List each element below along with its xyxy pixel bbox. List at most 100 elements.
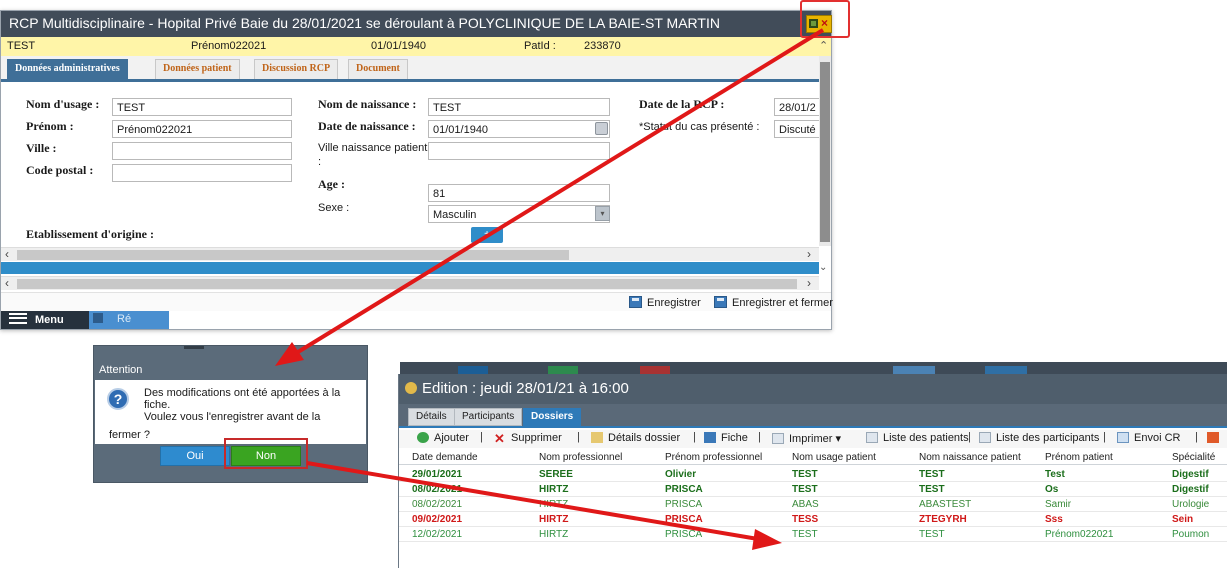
chevron-up-icon[interactable]: ⌃ <box>819 39 828 52</box>
date-rcp-label: Date de la RCP : <box>639 97 725 111</box>
tab-discussion-rcp[interactable]: Discussion RCP <box>254 59 339 79</box>
sexe-select[interactable]: Masculin <box>428 205 610 223</box>
column-header[interactable]: Nom naissance patient <box>919 452 1039 463</box>
tab-details[interactable]: Détails <box>408 408 455 426</box>
prenom-field[interactable]: Prénom022021 <box>112 120 292 138</box>
nom-usage-field[interactable]: TEST <box>112 98 292 116</box>
table-cell: 08/02/2021 <box>412 499 463 510</box>
tab-dossiers[interactable]: Dossiers <box>523 408 582 426</box>
edition-toolbar: Ajouter | ✕ Supprimer | Détails dossier |… <box>399 430 1227 448</box>
edition-title: Edition : jeudi 28/01/21 à 16:00 <box>399 374 1227 404</box>
taskbar: Menu Ré <box>1 311 831 329</box>
column-header[interactable]: Nom professionnel <box>539 452 659 463</box>
table-cell: Sein <box>1172 514 1194 525</box>
table-cell: TEST <box>792 469 818 480</box>
question-icon: ? <box>107 388 129 410</box>
edition-window: Edition : jeudi 28/01/21 à 16:00 Détails… <box>398 374 1227 568</box>
patient-prenom: Prénom022021 <box>191 40 267 52</box>
statut-label: *Statut du cas présenté : <box>639 121 760 133</box>
table-cell: HIRTZ <box>539 484 569 495</box>
delete-icon: ✕ <box>494 431 505 446</box>
vertical-scrollbar[interactable] <box>819 56 831 246</box>
tab-document[interactable]: Document <box>348 59 408 79</box>
menu-button[interactable]: Menu <box>9 311 64 329</box>
nom-naissance-field[interactable]: TEST <box>428 98 610 116</box>
column-header[interactable]: Date demande <box>412 452 532 463</box>
table-cell: Prénom022021 <box>1045 529 1114 540</box>
chevron-down-icon[interactable]: ▾ <box>595 206 610 221</box>
tab-participants[interactable]: Participants <box>454 408 523 426</box>
oui-button[interactable]: Oui <box>160 446 230 466</box>
imprimer-button[interactable]: Imprimer ▾ <box>772 432 841 445</box>
close-highlight-box <box>800 0 850 38</box>
horizontal-scrollbar-1[interactable]: ‹ › <box>1 247 819 261</box>
background-app-strip <box>400 362 1227 374</box>
ville-field[interactable] <box>112 142 292 160</box>
age-field[interactable]: 81 <box>428 184 610 202</box>
dialog-title: Attention <box>99 364 143 376</box>
ajouter-button[interactable]: Ajouter <box>417 432 469 444</box>
add-etablissement-button[interactable]: + <box>471 227 503 243</box>
non-highlight-box <box>224 438 308 469</box>
column-header[interactable]: Spécialité <box>1172 452 1227 463</box>
tab-donnees-patient[interactable]: Données patient <box>155 59 240 79</box>
patient-birthdate: 01/01/1940 <box>371 40 427 52</box>
details-dossier-button[interactable]: Détails dossier <box>591 432 680 444</box>
date-naissance-label: Date de naissance : <box>318 119 416 133</box>
taskbar-item[interactable]: Ré <box>89 311 169 329</box>
patid-value: 233870 <box>584 40 621 52</box>
table-row[interactable]: 08/02/2021 HIRTZ PRISCA TEST TEST Os Digestif <box>399 482 1227 497</box>
envoi-cr-button[interactable]: Envoi CR <box>1117 432 1180 444</box>
code-postal-field[interactable] <box>112 164 292 182</box>
blue-separator <box>1 262 819 274</box>
table-row[interactable]: 08/02/2021 HIRTZ PRISCA ABAS ABASTEST Samir Ur… <box>399 497 1227 512</box>
save-close-button[interactable]: Enregistrer et fermer <box>714 296 833 309</box>
dialog-message: Des modifications ont été apportées à la… <box>144 387 341 423</box>
supprimer-button[interactable]: ✕ Supprimer <box>494 432 562 445</box>
statut-field[interactable]: Discuté <box>774 120 819 138</box>
chevron-right-icon[interactable]: › <box>807 247 811 261</box>
liste-participants-button[interactable]: Liste des participants <box>979 432 1099 444</box>
table-cell: PRISCA <box>665 484 703 495</box>
save-button[interactable]: Enregistrer <box>629 296 701 309</box>
column-header[interactable]: Prénom patient <box>1045 452 1165 463</box>
rcp-window: RCP Multidisciplinaire - Hopital Privé B… <box>0 10 833 330</box>
horizontal-scrollbar-2[interactable]: ‹ › <box>1 276 819 290</box>
table-row[interactable]: 09/02/2021 HIRTZ PRISCA TESS ZTEGYRH Sss Sein <box>399 512 1227 527</box>
column-header[interactable]: Nom usage patient <box>792 452 912 463</box>
column-header[interactable]: Prénom professionnel <box>665 452 785 463</box>
hamburger-icon <box>9 313 27 324</box>
chevron-right-icon[interactable]: › <box>807 276 811 290</box>
prenom-label: Prénom : <box>26 119 74 133</box>
table-row[interactable]: 29/01/2021 SEREE Olivier TEST TEST Test Digest… <box>399 467 1227 482</box>
chevron-left-icon[interactable]: ‹ <box>5 247 9 261</box>
fiche-button[interactable]: Fiche <box>704 432 748 444</box>
disk-icon <box>629 296 642 308</box>
ville-naissance-field[interactable] <box>428 142 610 160</box>
table-cell: TEST <box>919 469 945 480</box>
tab-donnees-administratives[interactable]: Données administratives <box>7 59 128 79</box>
add-icon <box>417 432 429 443</box>
table-row[interactable]: 12/02/2021 HIRTZ PRISCA TEST TEST Prénom02202… <box>399 527 1227 542</box>
date-naissance-field[interactable]: 01/01/1940 <box>428 120 610 138</box>
disk-icon <box>704 432 716 443</box>
chevron-down-icon[interactable]: ⌄ <box>819 262 827 273</box>
table-cell: Test <box>1045 469 1065 480</box>
age-label: Age : <box>318 177 345 191</box>
table-cell: Samir <box>1045 499 1072 510</box>
mail-icon <box>1117 432 1129 443</box>
edition-tabs: Détails Participants Dossiers <box>399 404 1227 428</box>
liste-patients-button[interactable]: Liste des patients <box>866 432 969 444</box>
date-rcp-field[interactable]: 28/01/2 <box>774 98 819 116</box>
table-cell: HIRTZ <box>539 514 569 525</box>
admin-form: Nom d'usage : TEST Prénom : Prénom022021… <box>1 85 819 245</box>
calendar-icon[interactable] <box>1207 432 1224 444</box>
table-cell: Digestif <box>1172 484 1209 495</box>
table-cell: SEREE <box>539 469 573 480</box>
calendar-icon[interactable] <box>595 122 608 135</box>
table-cell: PRISCA <box>665 514 703 525</box>
table-cell: HIRTZ <box>539 529 569 540</box>
table-cell: 08/02/2021 <box>412 484 463 495</box>
table-cell: ABAS <box>792 499 819 510</box>
chevron-left-icon[interactable]: ‹ <box>5 276 9 290</box>
